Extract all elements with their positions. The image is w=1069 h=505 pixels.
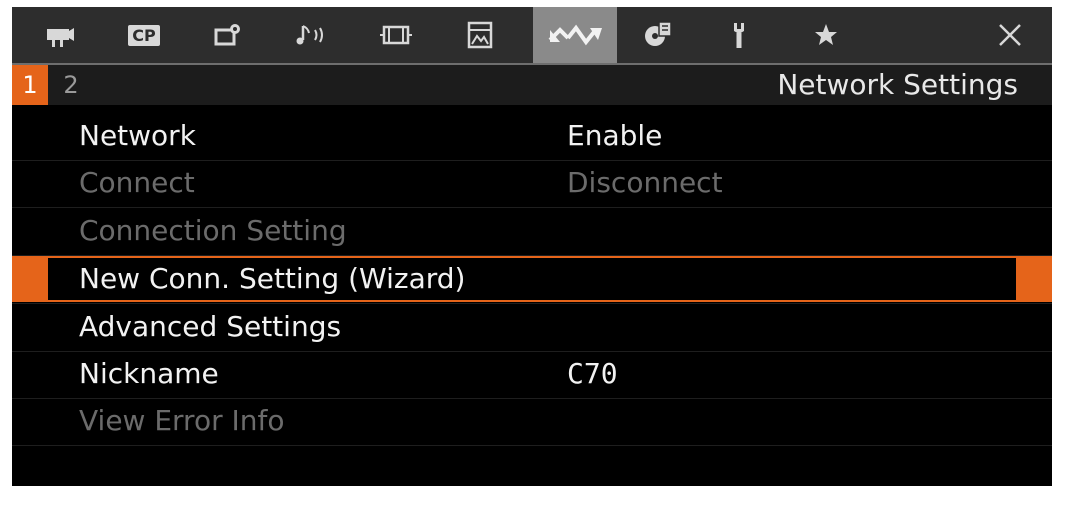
menu-item-advanced-settings[interactable]: Advanced Settings <box>12 304 1052 352</box>
menu-item-value: Disconnect <box>567 166 723 199</box>
menu-item-label: Advanced Settings <box>79 310 342 343</box>
tab-system-setup[interactable] <box>700 7 784 63</box>
tab-video-setup[interactable] <box>354 7 438 63</box>
menu-item-label: Connection Setting <box>79 214 347 247</box>
page-header: 1 2 Network Settings <box>12 65 1052 105</box>
tab-recording-media[interactable] <box>616 7 700 63</box>
menu-item-connect: Connect Disconnect <box>12 160 1052 208</box>
menu-item-value: C70 <box>567 357 618 390</box>
menu-item-new-conn-setting-wizard[interactable]: New Conn. Setting (Wizard) <box>12 256 1052 304</box>
tab-my-menu[interactable] <box>784 7 868 63</box>
movie-camera-icon <box>47 28 74 47</box>
tab-camera[interactable] <box>18 7 102 63</box>
recording-media-icon <box>645 21 672 46</box>
lcd-vf-setup-icon <box>467 21 493 49</box>
close-button[interactable] <box>968 7 1052 63</box>
camera-setup-icon <box>214 24 240 46</box>
my-menu-star-icon <box>815 24 837 45</box>
tab-lcd-vf-setup[interactable] <box>438 7 522 63</box>
page-indicator-2[interactable]: 2 <box>56 65 86 105</box>
menu-item-label: View Error Info <box>79 404 285 437</box>
camera-menu-screen: CP 1 2 Network Settings Network Enable C… <box>12 7 1052 486</box>
menu-item-view-error-info: View Error Info <box>12 398 1052 446</box>
tab-camera-setup[interactable] <box>186 7 270 63</box>
tab-audio[interactable] <box>270 7 354 63</box>
menu-item-value: Enable <box>567 119 663 152</box>
cp-custom-picture-icon: CP <box>128 24 160 46</box>
tab-custom-picture[interactable]: CP <box>102 7 186 63</box>
video-setup-icon <box>380 25 412 45</box>
audio-setup-icon <box>296 25 323 45</box>
menu-item-connection-setting: Connection Setting <box>12 208 1052 256</box>
menu-item-label: Nickname <box>79 357 219 390</box>
network-icon <box>548 24 602 46</box>
page-indicator-current[interactable]: 1 <box>12 65 48 105</box>
menu-item-label: New Conn. Setting (Wizard) <box>79 262 466 295</box>
menu-item-nickname[interactable]: Nickname C70 <box>12 351 1052 399</box>
page-title: Network Settings <box>777 68 1018 101</box>
close-icon <box>999 24 1021 46</box>
menu-tab-bar: CP <box>12 7 1052 63</box>
menu-item-label: Connect <box>79 166 195 199</box>
tab-network[interactable] <box>533 7 617 63</box>
menu-item-network[interactable]: Network Enable <box>12 113 1052 161</box>
system-setup-wrench-icon <box>734 23 744 48</box>
menu-item-label: Network <box>79 119 196 152</box>
